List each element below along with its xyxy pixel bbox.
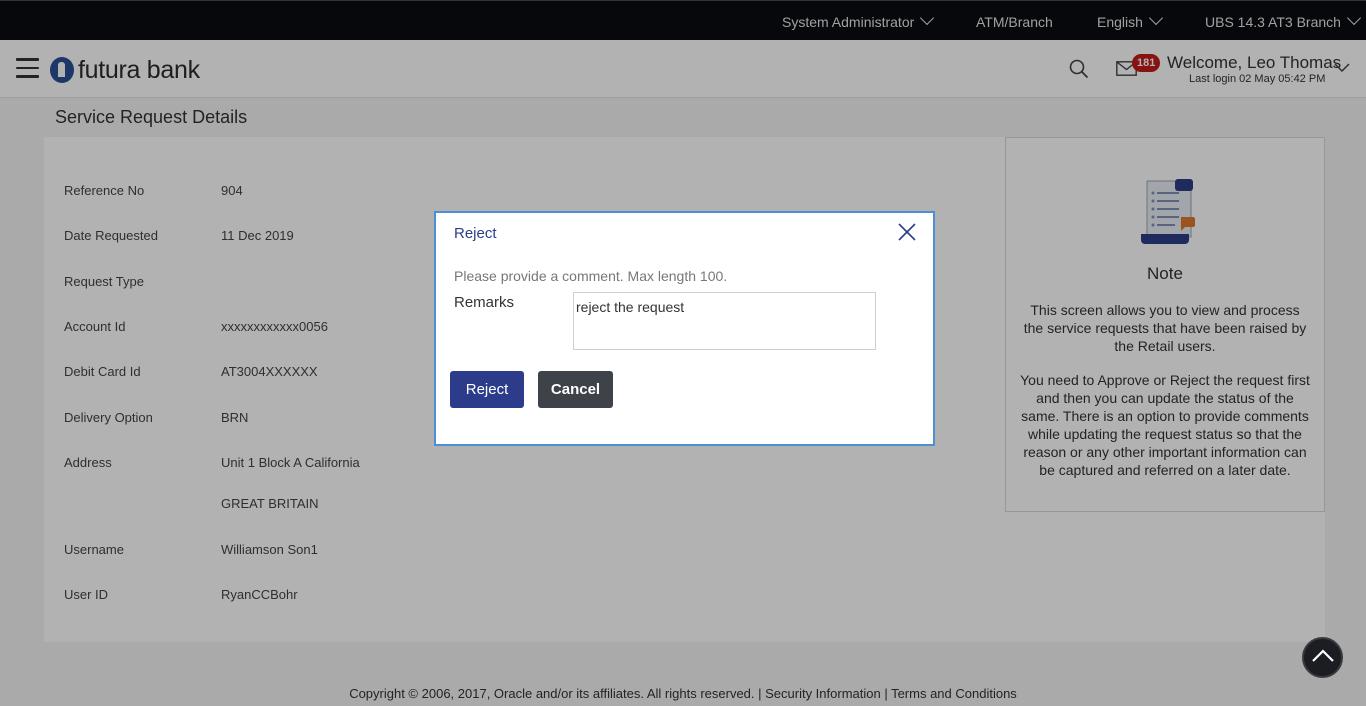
- remarks-input[interactable]: reject the request: [573, 292, 876, 350]
- close-icon[interactable]: [896, 221, 918, 243]
- cancel-button[interactable]: Cancel: [538, 371, 613, 408]
- scroll-to-top-button[interactable]: [1302, 637, 1343, 678]
- reject-button[interactable]: Reject: [450, 371, 524, 408]
- dialog-title: Reject: [454, 225, 497, 242]
- reject-dialog: Reject Please provide a comment. Max len…: [434, 211, 935, 446]
- chevron-up-icon: [1312, 649, 1334, 662]
- remarks-label: Remarks: [454, 294, 515, 311]
- comment-hint: Please provide a comment. Max length 100…: [454, 268, 728, 284]
